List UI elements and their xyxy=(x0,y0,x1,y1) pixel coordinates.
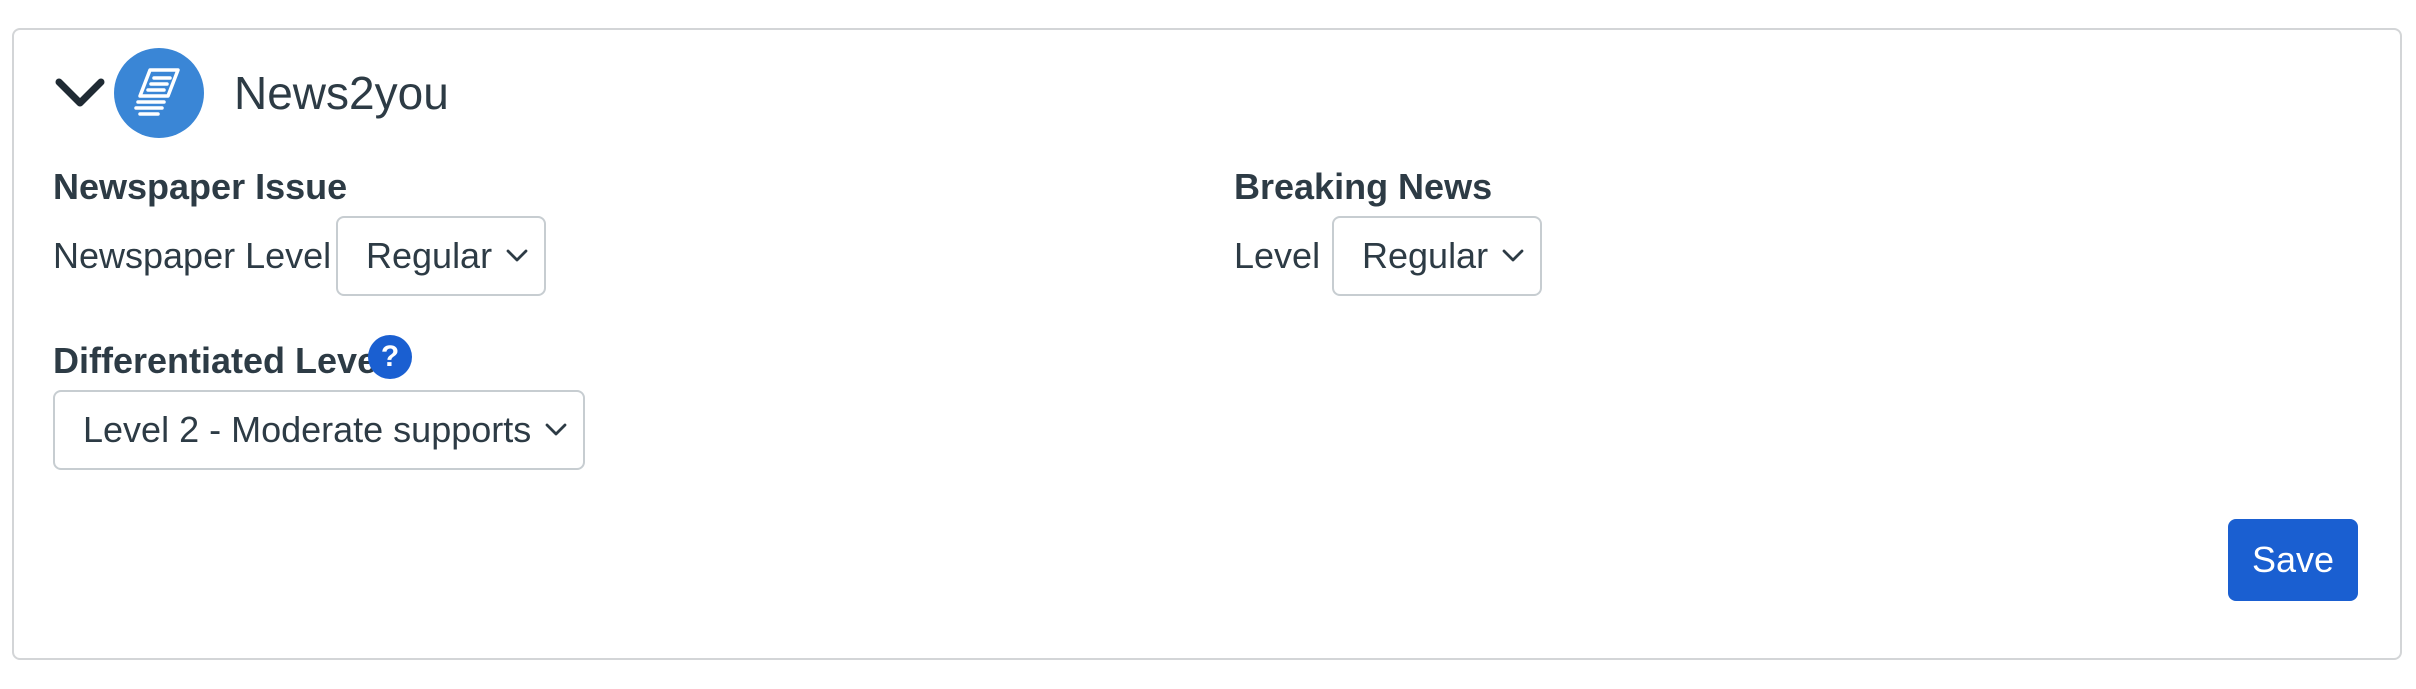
differentiated-level-value: Level 2 - Moderate supports xyxy=(83,409,532,450)
newspaper-stack-icon xyxy=(114,48,204,138)
newspaper-level-select[interactable]: Regular xyxy=(336,216,546,296)
save-button[interactable]: Save xyxy=(2228,519,2358,601)
breaking-news-level-select[interactable]: Regular xyxy=(1332,216,1542,296)
newspaper-issue-heading: Newspaper Issue xyxy=(53,166,348,207)
breaking-news-level-value: Regular xyxy=(1362,235,1489,276)
differentiated-level-select[interactable]: Level 2 - Moderate supports xyxy=(53,390,585,470)
breaking-news-level-label: Level xyxy=(1234,235,1321,276)
chevron-down-icon xyxy=(506,249,528,263)
chevron-down-icon xyxy=(1502,249,1524,263)
question-circle-icon[interactable]: ? xyxy=(368,335,412,379)
newspaper-level-value: Regular xyxy=(366,235,493,276)
differentiated-level-heading: Differentiated Level xyxy=(53,340,388,381)
chevron-down-icon[interactable] xyxy=(52,65,108,121)
chevron-down-icon xyxy=(545,423,567,437)
card-header: News2you xyxy=(52,48,449,138)
newspaper-level-label: Newspaper Level xyxy=(53,235,332,276)
app-title: News2you xyxy=(234,67,449,119)
breaking-news-heading: Breaking News xyxy=(1234,166,1493,207)
